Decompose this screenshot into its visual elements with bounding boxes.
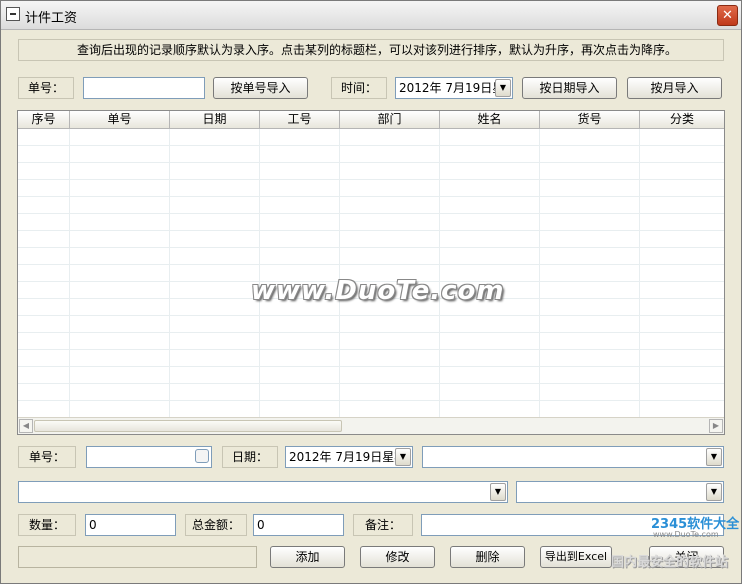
title-bar: 计件工资 ✕ (1, 1, 741, 30)
form-date-value: 2012年 7月19日星期 (289, 450, 407, 464)
search-order-label: 单号： (18, 77, 74, 99)
import-by-date-button[interactable]: 按日期导入 (522, 77, 617, 99)
grid-line (259, 129, 260, 419)
logo-url-text: www.DuoTe.com (653, 530, 719, 539)
column-header[interactable]: 工号 (260, 111, 340, 129)
form-combo-1[interactable]: ▼ (422, 446, 724, 468)
column-header[interactable]: 姓名 (440, 111, 540, 129)
form-date-picker[interactable]: 2012年 7月19日星期 ▼ (285, 446, 413, 468)
grid-line (169, 129, 170, 419)
chevron-down-icon[interactable]: ▼ (706, 483, 722, 501)
total-amount-input[interactable]: 0 (253, 514, 344, 536)
delete-button[interactable]: 删除 (450, 546, 525, 568)
form-combo-3[interactable]: ▼ (516, 481, 724, 503)
import-by-month-button[interactable]: 按月导入 (627, 77, 722, 99)
chevron-down-icon[interactable]: ▼ (490, 483, 506, 501)
column-header[interactable]: 单号 (70, 111, 170, 129)
scroll-left-icon[interactable]: ◀ (19, 419, 33, 433)
column-header[interactable]: 部门 (340, 111, 440, 129)
form-combo-2[interactable]: ▼ (18, 481, 508, 503)
import-by-order-button[interactable]: 按单号导入 (213, 77, 308, 99)
lookup-icon[interactable] (195, 449, 209, 463)
column-header[interactable]: 货号 (540, 111, 640, 129)
main-window: 计件工资 ✕ 查询后出现的记录顺序默认为录入序。点击某列的标题栏，可以对该列进行… (0, 0, 742, 584)
column-header[interactable]: 序号 (18, 111, 70, 129)
form-date-label: 日期： (222, 446, 278, 468)
column-header[interactable]: 分类 (640, 111, 724, 129)
total-amount-label: 总金额： (185, 514, 247, 536)
close-window-button[interactable]: ✕ (717, 5, 738, 26)
status-box (18, 546, 257, 568)
column-header[interactable]: 日期 (170, 111, 260, 129)
remark-label: 备注： (353, 514, 413, 536)
window-title: 计件工资 (25, 11, 78, 26)
logo-sub-text: 国内最安全的软件站 (611, 555, 729, 570)
quantity-input[interactable]: 0 (85, 514, 176, 536)
watermark-text: www.DuoTe.com (251, 276, 505, 306)
table-body[interactable] (18, 129, 724, 419)
table-header: 序号 单号 日期 工号 部门 姓名 货号 分类 (18, 111, 724, 129)
add-button[interactable]: 添加 (270, 546, 345, 568)
site-logo: 2345软件大全 www.DuoTe.com 国内最安全的软件站 (601, 513, 741, 573)
grid-line (539, 129, 540, 419)
grid-line (439, 129, 440, 419)
chevron-down-icon[interactable]: ▼ (706, 448, 722, 466)
time-label: 时间： (331, 77, 387, 99)
edit-button[interactable]: 修改 (360, 546, 435, 568)
grid-line (639, 129, 640, 419)
form-order-input[interactable] (86, 446, 212, 468)
scroll-right-icon[interactable]: ▶ (709, 419, 723, 433)
chevron-down-icon[interactable]: ▼ (495, 79, 511, 97)
system-menu-icon[interactable] (6, 7, 20, 21)
hint-text: 查询后出现的记录顺序默认为录入序。点击某列的标题栏，可以对该列进行排序，默认为升… (18, 39, 724, 61)
search-order-input[interactable] (83, 77, 205, 99)
scroll-thumb[interactable] (34, 420, 342, 432)
chevron-down-icon[interactable]: ▼ (395, 448, 411, 466)
form-order-label: 单号： (18, 446, 76, 468)
quantity-label: 数量： (18, 514, 76, 536)
horizontal-scrollbar[interactable]: ◀ ▶ (18, 417, 724, 434)
grid-line (69, 129, 70, 419)
search-date-picker[interactable]: 2012年 7月19日星 ▼ (395, 77, 513, 99)
records-table[interactable]: 序号 单号 日期 工号 部门 姓名 货号 分类 ◀ ▶ (17, 110, 725, 435)
grid-line (339, 129, 340, 419)
search-date-value: 2012年 7月19日星 (399, 81, 505, 95)
